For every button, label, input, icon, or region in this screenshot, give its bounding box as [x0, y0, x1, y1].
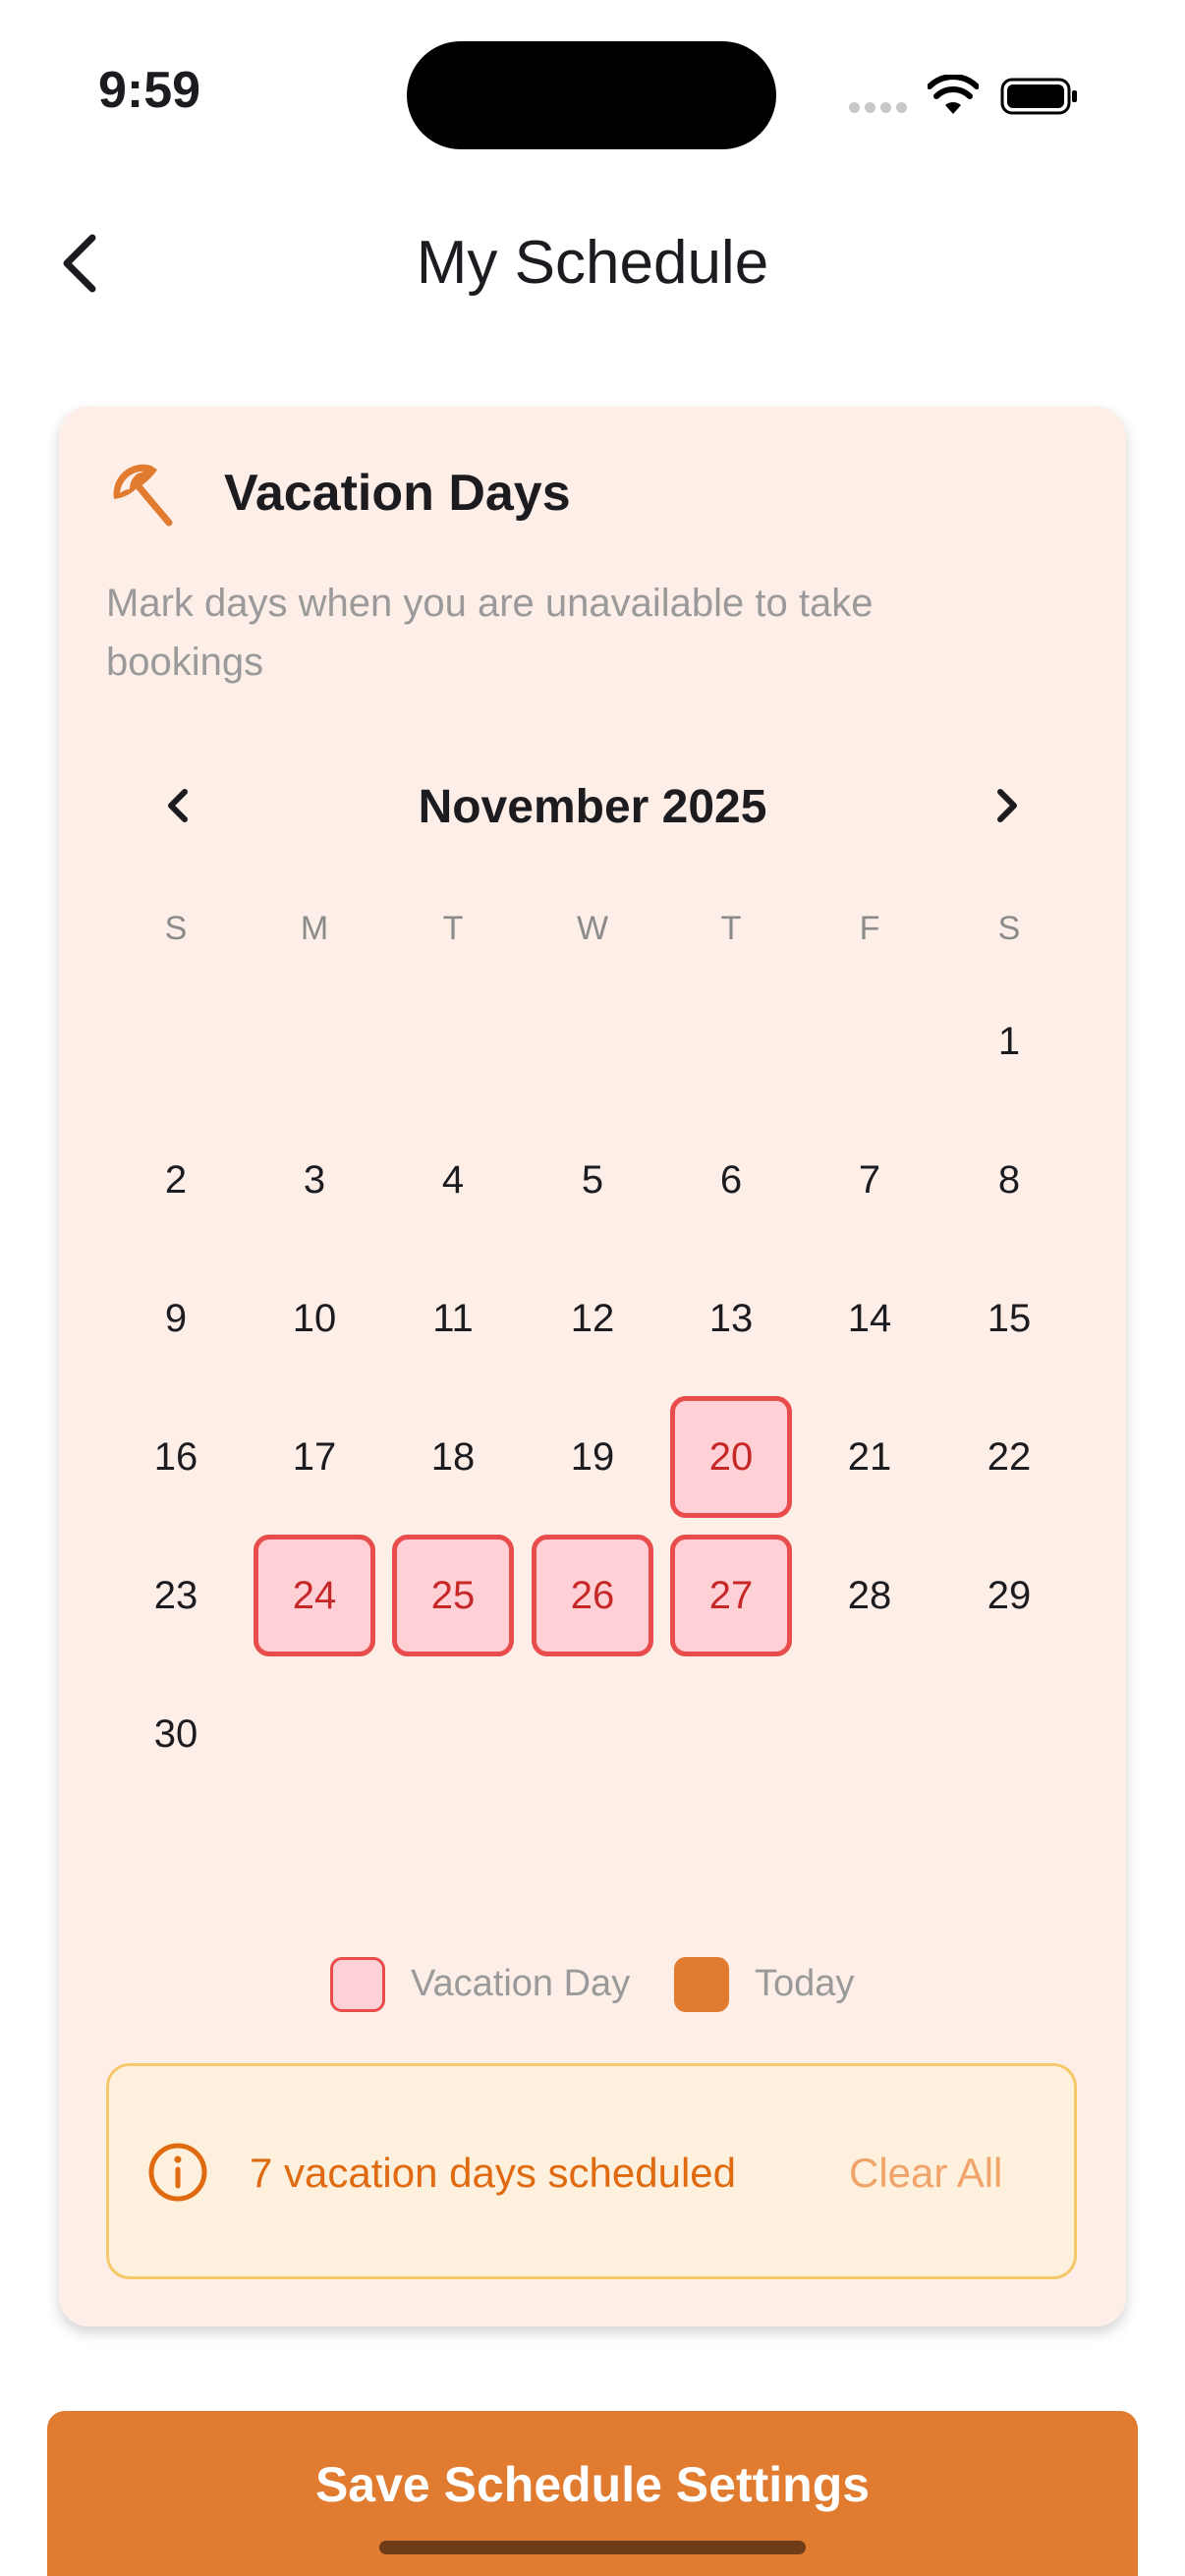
- calendar-day[interactable]: 11: [392, 1258, 514, 1379]
- weekday-label: T: [720, 910, 742, 947]
- calendar-day[interactable]: 19: [532, 1396, 653, 1518]
- calendar-day[interactable]: 5: [532, 1119, 653, 1241]
- save-schedule-label: Save Schedule Settings: [314, 2457, 871, 2512]
- calendar-day[interactable]: 15: [948, 1258, 1070, 1379]
- calendar-day[interactable]: 3: [254, 1119, 375, 1241]
- legend-today-swatch: [674, 1957, 729, 2012]
- calendar-day[interactable]: 10: [254, 1258, 375, 1379]
- calendar-day-vacation[interactable]: 26: [532, 1535, 653, 1656]
- status-time: 9:59: [98, 62, 201, 119]
- calendar-day[interactable]: 28: [809, 1535, 931, 1656]
- calendar-day[interactable]: 14: [809, 1258, 931, 1379]
- next-month-button[interactable]: [979, 776, 1038, 835]
- calendar-day[interactable]: 9: [115, 1258, 237, 1379]
- calendar-day[interactable]: 12: [532, 1258, 653, 1379]
- calendar-day-vacation[interactable]: 20: [670, 1396, 792, 1518]
- calendar-day[interactable]: 2: [115, 1119, 237, 1241]
- previous-month-button[interactable]: [147, 776, 206, 835]
- calendar-day-vacation[interactable]: 24: [254, 1535, 375, 1656]
- legend-today-label: Today: [755, 1963, 855, 2004]
- page-title: My Schedule: [416, 229, 769, 297]
- battery-icon: [1000, 78, 1077, 115]
- dynamic-island: [407, 41, 776, 149]
- weekday-label: S: [997, 910, 1021, 947]
- calendar-day[interactable]: 1: [948, 980, 1070, 1102]
- weekday-label: W: [576, 910, 609, 947]
- umbrella-icon: [113, 464, 173, 527]
- card-description: Mark days when you are unavailable to ta…: [106, 582, 874, 684]
- vacation-count-text: 7 vacation days scheduled: [250, 2150, 736, 2196]
- calendar-day[interactable]: 8: [948, 1119, 1070, 1241]
- month-label: November 2025: [418, 781, 767, 833]
- calendar-day[interactable]: 29: [948, 1535, 1070, 1656]
- calendar-day[interactable]: 16: [115, 1396, 237, 1518]
- home-indicator: [379, 2541, 806, 2554]
- weekday-label: S: [164, 910, 188, 947]
- weekday-label: T: [442, 910, 464, 947]
- clear-all-button[interactable]: Clear All: [849, 2150, 1002, 2197]
- calendar-day-vacation[interactable]: 27: [670, 1535, 792, 1656]
- legend-vacation-label: Vacation Day: [411, 1963, 631, 2004]
- calendar-day-vacation[interactable]: 25: [392, 1535, 514, 1656]
- calendar-day[interactable]: 22: [948, 1396, 1070, 1518]
- card-title: Vacation Days: [224, 465, 571, 522]
- calendar-day[interactable]: 21: [809, 1396, 931, 1518]
- cellular-signal-icon: [849, 102, 908, 116]
- info-icon: [148, 2143, 207, 2202]
- calendar-day[interactable]: 17: [254, 1396, 375, 1518]
- weekday-label: M: [300, 910, 329, 947]
- calendar-day[interactable]: 4: [392, 1119, 514, 1241]
- calendar-day[interactable]: 7: [809, 1119, 931, 1241]
- calendar-day[interactable]: 30: [115, 1673, 237, 1795]
- calendar-day[interactable]: 6: [670, 1119, 792, 1241]
- calendar-day[interactable]: 13: [670, 1258, 792, 1379]
- calendar-day[interactable]: 18: [392, 1396, 514, 1518]
- wifi-icon: [928, 75, 979, 114]
- weekday-label: F: [859, 910, 880, 947]
- calendar-day[interactable]: 23: [115, 1535, 237, 1656]
- legend-vacation-swatch: [330, 1957, 385, 2012]
